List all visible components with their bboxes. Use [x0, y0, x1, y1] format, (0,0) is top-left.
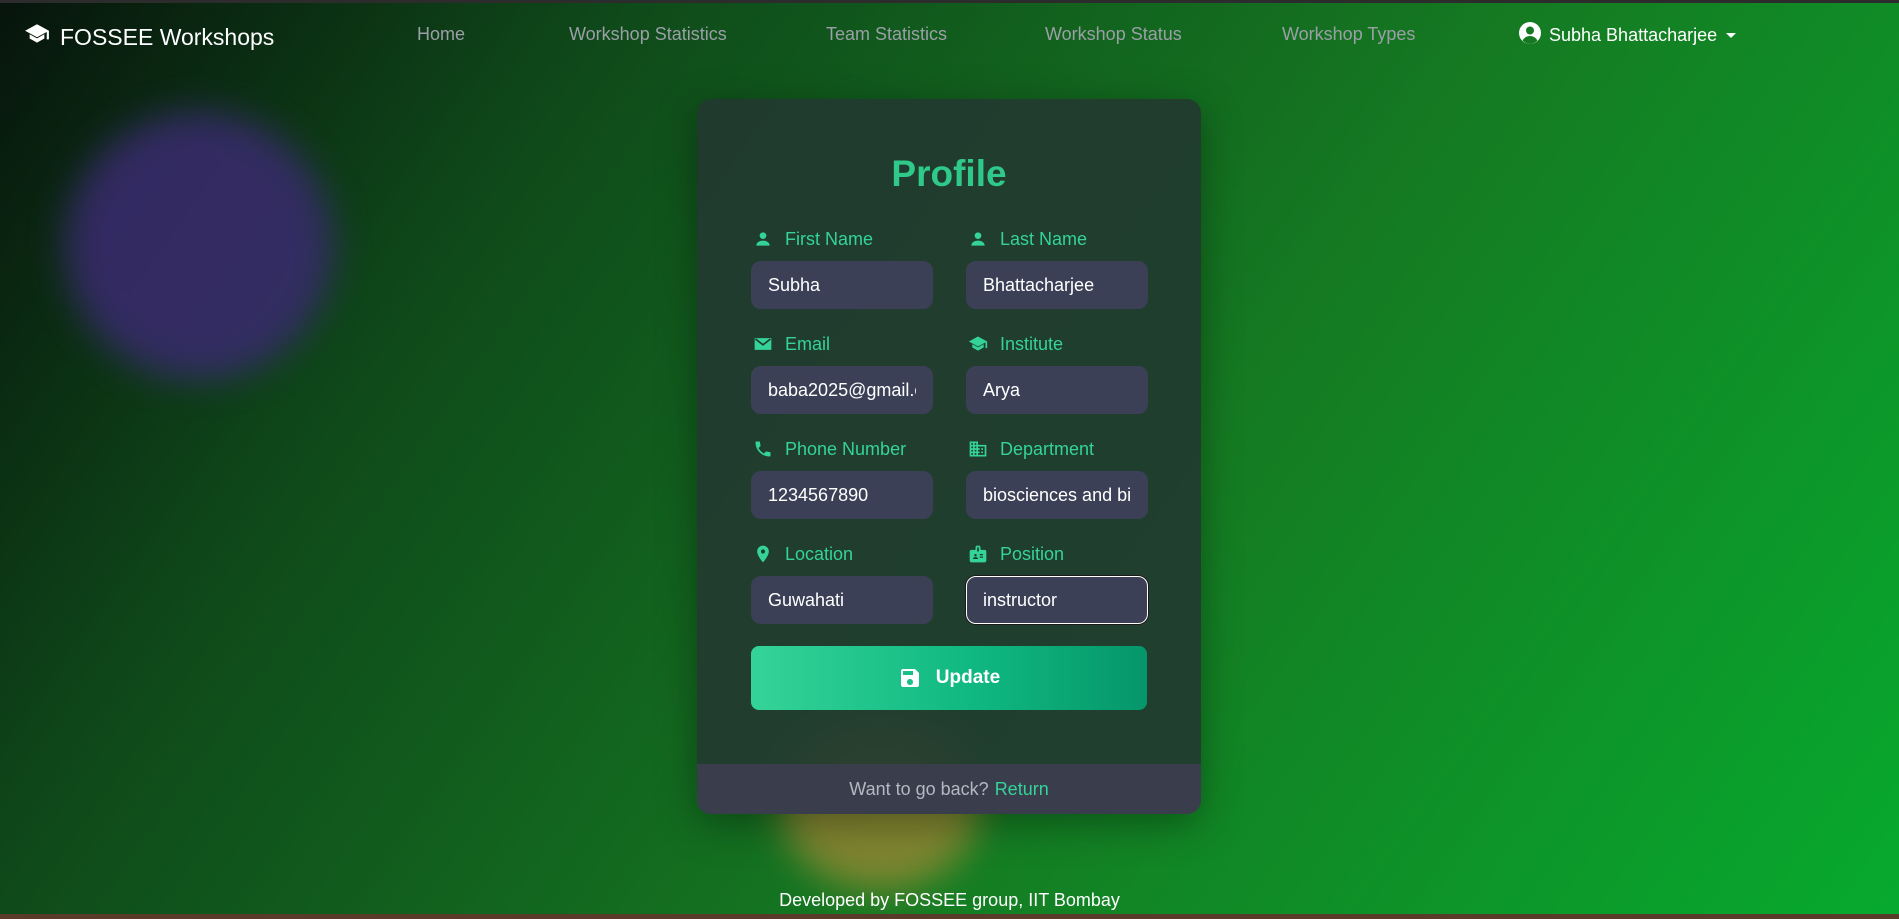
location-label: Location: [785, 543, 854, 564]
profile-card: Profile First Name Last Name Email Insti…: [697, 99, 1201, 814]
position-label: Position: [1000, 543, 1065, 564]
institute-label: Institute: [1000, 333, 1064, 354]
graduation-cap-icon: [24, 21, 50, 53]
person-icon: [971, 232, 985, 246]
card-footer: Want to go back? Return: [697, 764, 1201, 814]
first-name-group: First Name: [751, 227, 933, 309]
first-name-input[interactable]: [751, 261, 933, 309]
email-input[interactable]: [751, 366, 933, 414]
page-footer: Developed by FOSSEE group, IIT Bombay: [779, 890, 1120, 910]
user-menu[interactable]: Subha Bhattacharjee: [1518, 21, 1737, 50]
user-name: Subha Bhattacharjee: [1549, 25, 1718, 45]
email-label: Email: [785, 333, 831, 354]
email-group: Email: [751, 332, 933, 414]
person-icon: [756, 232, 770, 246]
location-group: Location: [751, 542, 933, 624]
navbar: FOSSEE Workshops Home Workshop Statistic…: [0, 3, 1899, 65]
bottom-border: [0, 914, 1899, 919]
background-blob-purple: [65, 112, 333, 380]
department-group: Department: [966, 437, 1148, 519]
return-link[interactable]: Return: [995, 779, 1049, 800]
last-name-group: Last Name: [966, 227, 1148, 309]
location-input[interactable]: [751, 576, 933, 624]
nav-workshop-types[interactable]: Workshop Types: [1282, 24, 1415, 45]
user-circle-icon: [1518, 21, 1542, 50]
phone-input[interactable]: [751, 471, 933, 519]
back-prompt: Want to go back?: [849, 778, 989, 799]
update-button-label: Update: [935, 667, 1001, 688]
first-name-label: First Name: [785, 228, 874, 249]
graduation-cap-icon: [968, 336, 988, 351]
brand-label: FOSSEE Workshops: [60, 23, 275, 50]
nav-workshop-status[interactable]: Workshop Status: [1045, 24, 1182, 45]
phone-label: Phone Number: [785, 438, 907, 459]
envelope-icon: [754, 338, 772, 350]
building-icon: [969, 441, 987, 457]
nav-workshop-statistics[interactable]: Workshop Statistics: [569, 24, 727, 45]
last-name-input[interactable]: [966, 261, 1148, 309]
map-pin-icon: [757, 545, 769, 563]
nav-home[interactable]: Home: [417, 24, 465, 45]
nav-team-statistics[interactable]: Team Statistics: [826, 24, 947, 45]
save-icon: [900, 669, 919, 687]
last-name-label: Last Name: [1000, 228, 1088, 249]
institute-group: Institute: [966, 332, 1148, 414]
chevron-down-icon: [1726, 33, 1737, 38]
page-title: Profile: [891, 153, 1007, 194]
position-input[interactable]: [966, 576, 1148, 624]
update-button[interactable]: Update: [751, 646, 1147, 710]
id-badge-icon: [969, 545, 987, 563]
department-label: Department: [1000, 438, 1095, 459]
institute-input[interactable]: [966, 366, 1148, 414]
phone-group: Phone Number: [751, 437, 933, 519]
phone-icon: [755, 441, 771, 457]
position-group: Position: [966, 542, 1148, 624]
brand[interactable]: FOSSEE Workshops: [24, 21, 274, 53]
department-input[interactable]: [966, 471, 1148, 519]
